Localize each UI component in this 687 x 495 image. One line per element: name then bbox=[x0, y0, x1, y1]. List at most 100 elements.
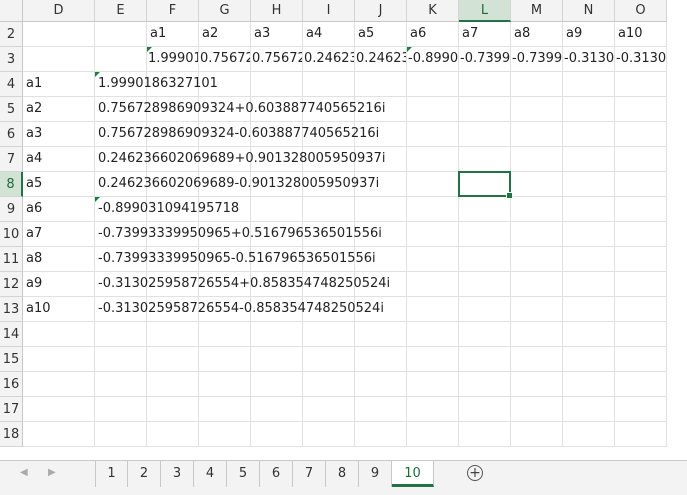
header-label-cell[interactable]: a10 bbox=[615, 22, 667, 47]
row-header-18[interactable]: 18 bbox=[0, 422, 23, 447]
column-header-j[interactable]: J bbox=[355, 0, 407, 22]
grid-cell[interactable] bbox=[459, 197, 511, 222]
grid-cell[interactable] bbox=[251, 72, 303, 97]
spreadsheet-grid[interactable]: D E F G H I J K L M N O 2 3 4 5 6 7 8 9 10 11 12 13 14 15 16 17 18 a1… bbox=[0, 0, 687, 460]
grid-cell[interactable] bbox=[147, 322, 199, 347]
list-label-cell[interactable]: a3 bbox=[23, 122, 95, 147]
column-header-d[interactable]: D bbox=[23, 0, 95, 22]
grid-cell[interactable] bbox=[615, 97, 667, 122]
list-value-cell[interactable]: 1.9990186327101 bbox=[95, 72, 218, 97]
grid-cell[interactable] bbox=[459, 97, 511, 122]
grid-cell[interactable] bbox=[511, 397, 563, 422]
grid-cell[interactable] bbox=[303, 372, 355, 397]
grid-cell[interactable] bbox=[615, 297, 667, 322]
grid-cell[interactable] bbox=[615, 172, 667, 197]
grid-cell[interactable] bbox=[407, 422, 459, 447]
grid-cell[interactable] bbox=[23, 397, 95, 422]
grid-cell[interactable] bbox=[355, 322, 407, 347]
grid-cell[interactable] bbox=[511, 247, 563, 272]
column-header-e[interactable]: E bbox=[95, 0, 147, 22]
sheet-tab-7[interactable]: 7 bbox=[293, 461, 326, 487]
grid-cell[interactable] bbox=[563, 297, 615, 322]
list-label-cell[interactable]: a7 bbox=[23, 222, 95, 247]
grid-cell[interactable] bbox=[95, 47, 147, 72]
grid-cell[interactable] bbox=[459, 372, 511, 397]
sheet-tab-3[interactable]: 3 bbox=[161, 461, 194, 487]
grid-cell[interactable] bbox=[355, 422, 407, 447]
value-cell[interactable]: 0.24623 bbox=[303, 47, 355, 72]
grid-cell[interactable] bbox=[511, 172, 563, 197]
grid-cell[interactable] bbox=[95, 422, 147, 447]
grid-cell[interactable] bbox=[407, 197, 459, 222]
column-header-l[interactable]: L bbox=[459, 0, 511, 22]
grid-cell[interactable] bbox=[407, 97, 459, 122]
grid-cell[interactable] bbox=[511, 272, 563, 297]
list-label-cell[interactable]: a2 bbox=[23, 97, 95, 122]
grid-cell[interactable] bbox=[303, 72, 355, 97]
grid-cell[interactable] bbox=[355, 397, 407, 422]
grid-cell[interactable] bbox=[511, 222, 563, 247]
row-header-17[interactable]: 17 bbox=[0, 397, 23, 422]
value-cell[interactable]: 1.99901 bbox=[147, 47, 199, 72]
grid-cell[interactable] bbox=[511, 197, 563, 222]
grid-cell[interactable] bbox=[95, 22, 147, 47]
sheet-tab-1[interactable]: 1 bbox=[95, 461, 128, 487]
sheet-tab-10[interactable]: 10 bbox=[392, 461, 434, 487]
grid-cell[interactable] bbox=[355, 72, 407, 97]
grid-cell[interactable] bbox=[459, 397, 511, 422]
list-value-cell[interactable]: -0.313025958726554-0.858354748250524i bbox=[95, 297, 384, 322]
row-header-2[interactable]: 2 bbox=[0, 22, 23, 47]
grid-cell[interactable] bbox=[407, 372, 459, 397]
grid-cell[interactable] bbox=[407, 322, 459, 347]
sheet-tab-4[interactable]: 4 bbox=[194, 461, 227, 487]
grid-cell[interactable] bbox=[511, 322, 563, 347]
grid-cell[interactable] bbox=[407, 122, 459, 147]
grid-cell[interactable] bbox=[511, 372, 563, 397]
list-value-cell[interactable]: -0.73993339950965+0.516796536501556i bbox=[95, 222, 382, 247]
list-label-cell[interactable]: a9 bbox=[23, 272, 95, 297]
grid-cell[interactable] bbox=[511, 122, 563, 147]
row-header-7[interactable]: 7 bbox=[0, 147, 23, 172]
row-header-14[interactable]: 14 bbox=[0, 322, 23, 347]
grid-cell[interactable] bbox=[511, 97, 563, 122]
row-header-13[interactable]: 13 bbox=[0, 297, 23, 322]
column-header-n[interactable]: N bbox=[563, 0, 615, 22]
grid-cell[interactable] bbox=[615, 72, 667, 97]
list-label-cell[interactable]: a4 bbox=[23, 147, 95, 172]
row-header-6[interactable]: 6 bbox=[0, 122, 23, 147]
grid-cell[interactable] bbox=[303, 322, 355, 347]
grid-cell[interactable] bbox=[615, 322, 667, 347]
grid-cell[interactable] bbox=[251, 372, 303, 397]
grid-cell[interactable] bbox=[23, 47, 95, 72]
header-label-cell[interactable]: a5 bbox=[355, 22, 407, 47]
grid-cell[interactable] bbox=[147, 372, 199, 397]
grid-cell[interactable] bbox=[407, 172, 459, 197]
grid-cell[interactable] bbox=[407, 222, 459, 247]
grid-cell[interactable] bbox=[459, 272, 511, 297]
grid-cell[interactable] bbox=[563, 72, 615, 97]
grid-cell[interactable] bbox=[563, 397, 615, 422]
sheet-tab-8[interactable]: 8 bbox=[326, 461, 359, 487]
value-cell[interactable]: -0.7399 bbox=[459, 47, 511, 72]
list-label-cell[interactable]: a10 bbox=[23, 297, 95, 322]
select-all-corner[interactable] bbox=[0, 0, 23, 22]
list-value-cell[interactable]: -0.73993339950965-0.516796536501556i bbox=[95, 247, 376, 272]
list-value-cell[interactable]: 0.756728986909324+0.603887740565216i bbox=[95, 97, 385, 122]
grid-cell[interactable] bbox=[615, 347, 667, 372]
value-cell[interactable]: 0.24623 bbox=[355, 47, 407, 72]
grid-cell[interactable] bbox=[563, 222, 615, 247]
grid-cell[interactable] bbox=[563, 147, 615, 172]
grid-cell[interactable] bbox=[459, 222, 511, 247]
grid-cell[interactable] bbox=[407, 147, 459, 172]
header-label-cell[interactable]: a8 bbox=[511, 22, 563, 47]
grid-cell[interactable] bbox=[563, 197, 615, 222]
list-label-cell[interactable]: a6 bbox=[23, 197, 95, 222]
triangle-right-icon[interactable]: ▶ bbox=[48, 467, 56, 478]
grid-cell[interactable] bbox=[147, 397, 199, 422]
row-header-5[interactable]: 5 bbox=[0, 97, 23, 122]
value-cell[interactable]: -0.8990 bbox=[407, 47, 459, 72]
grid-cell[interactable] bbox=[459, 147, 511, 172]
grid-cell[interactable] bbox=[563, 247, 615, 272]
header-label-cell[interactable]: a6 bbox=[407, 22, 459, 47]
triangle-left-icon[interactable]: ◀ bbox=[20, 467, 28, 478]
